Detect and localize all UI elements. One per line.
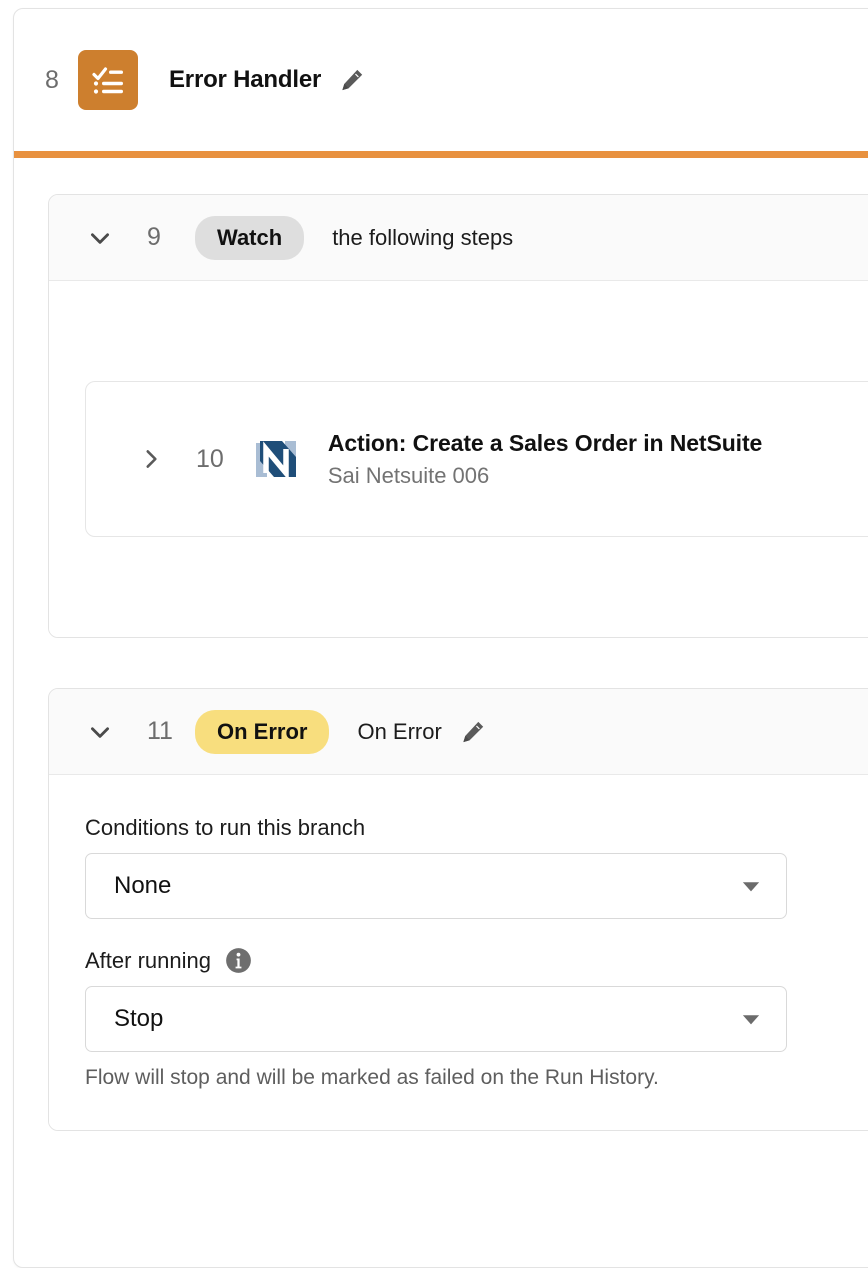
on-error-branch-body: Conditions to run this branch None After… — [49, 775, 868, 1130]
nested-step-title: Action: Create a Sales Order in NetSuite — [327, 429, 763, 456]
checklist-icon — [78, 50, 138, 110]
after-running-selected-value: Stop — [114, 1005, 164, 1032]
watch-branch-header[interactable]: 9 Watch the following steps — [49, 195, 868, 281]
caret-down-icon — [742, 1015, 760, 1025]
netsuite-logo-icon — [252, 433, 304, 485]
watch-branch-pill: Watch — [195, 215, 305, 260]
edit-step-name-button[interactable] — [337, 65, 367, 95]
step-index: 8 — [45, 65, 59, 94]
after-running-label-row: After running — [85, 947, 868, 974]
step-header: 8 Error Handler — [14, 9, 868, 151]
step-title: Error Handler — [169, 66, 322, 93]
watch-branch-body: 10 Action: Create a Sales Order in NetSu… — [49, 281, 868, 637]
nested-action-step[interactable]: 10 Action: Create a Sales Order in NetSu… — [85, 381, 868, 537]
branch-spacer — [48, 638, 868, 688]
nested-step-connection: Sai Netsuite 006 — [327, 462, 490, 488]
on-error-branch-collapse-toggle[interactable] — [85, 717, 115, 747]
conditions-label-row: Conditions to run this branch — [85, 815, 868, 841]
nested-step-expand-toggle[interactable] — [136, 444, 166, 474]
watch-branch-description: the following steps — [332, 224, 514, 250]
conditions-selected-value: None — [114, 872, 172, 899]
watch-branch-index: 9 — [147, 223, 161, 251]
on-error-branch-index: 11 — [147, 717, 173, 745]
chevron-down-icon — [91, 232, 109, 244]
step-accent-rule — [14, 151, 868, 158]
after-running-label: After running — [85, 947, 211, 973]
pencil-icon — [342, 69, 363, 91]
chevron-down-icon — [91, 726, 109, 738]
nested-step-index: 10 — [196, 444, 224, 473]
pencil-icon — [463, 721, 484, 742]
nested-step-text: Action: Create a Sales Order in NetSuite… — [327, 429, 763, 489]
step-body: 9 Watch the following steps 10 Action: C… — [14, 158, 868, 1131]
on-error-branch-header[interactable]: 11 On Error On Error — [49, 689, 868, 775]
watch-branch-card: 9 Watch the following steps 10 Action: C… — [48, 194, 868, 638]
after-running-select[interactable]: Stop — [85, 986, 787, 1052]
conditions-select[interactable]: None — [85, 853, 787, 919]
conditions-label: Conditions to run this branch — [85, 815, 366, 840]
on-error-branch-card: 11 On Error On Error Conditions to run t… — [48, 688, 868, 1131]
caret-down-icon — [742, 882, 760, 892]
after-running-field: After running Stop Flow will stop and wi… — [85, 947, 868, 1090]
on-error-branch-name: On Error — [357, 718, 442, 744]
watch-branch-collapse-toggle[interactable] — [85, 223, 115, 253]
after-running-helper-text: Flow will stop and will be marked as fai… — [85, 1066, 659, 1089]
chevron-right-icon — [146, 450, 157, 468]
conditions-field: Conditions to run this branch None — [85, 815, 868, 919]
info-icon[interactable] — [225, 947, 252, 974]
on-error-branch-pill: On Error — [195, 709, 330, 754]
edit-branch-name-button[interactable] — [458, 717, 488, 747]
error-handler-step-card: 8 Error Handler 9 Watch the following st… — [13, 8, 868, 1268]
